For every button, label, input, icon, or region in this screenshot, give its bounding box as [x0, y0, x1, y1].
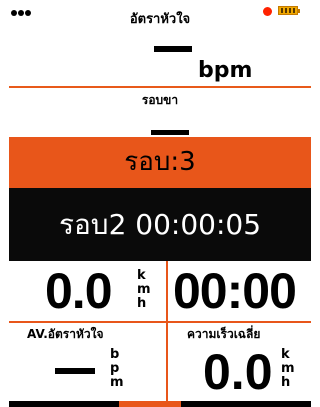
avg-speed-unit: kmh: [281, 347, 295, 390]
avg-speed-title: ความเร็วเฉลี่ย: [187, 327, 261, 341]
cadence-title: รอบขา: [141, 93, 179, 107]
cadence-value: [151, 130, 189, 135]
divider: [9, 86, 311, 88]
lap-banner: รอบ:3: [9, 137, 311, 188]
heart-rate-value: [154, 46, 192, 52]
grid-divider-horizontal: [9, 321, 311, 323]
lap-time-banner: รอบ2 00:00:05: [9, 188, 311, 261]
recording-indicator-icon: [263, 7, 272, 16]
grid-divider-vertical: [166, 261, 168, 407]
ride-timer-value: 00:00: [173, 263, 297, 319]
speed-unit: kmh: [137, 268, 151, 311]
status-bar: อัตราหัวใจ: [9, 0, 311, 27]
avg-heart-rate-title: AV.อัตราหัวใจ: [27, 327, 104, 341]
bike-computer-screen: อัตราหัวใจ bpm รอบขา รอบ:3 รอบ2 00:00:05…: [9, 0, 311, 407]
speed-value: 0.0: [45, 263, 113, 319]
page-indicator: [119, 401, 181, 407]
avg-heart-rate-value: [55, 368, 95, 374]
avg-speed-value: 0.0: [203, 344, 273, 400]
heart-rate-unit: bpm: [198, 58, 253, 83]
avg-heart-rate-unit: bpm: [110, 347, 124, 390]
battery-icon: [278, 6, 300, 15]
